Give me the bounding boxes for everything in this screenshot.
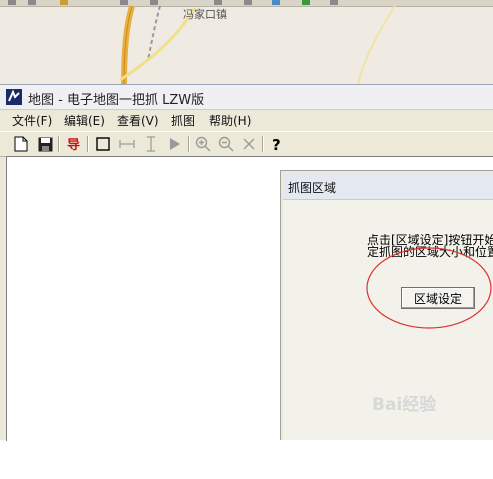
panel-title-bar[interactable]: 抓图区域 [283,173,493,200]
play-icon[interactable] [166,135,184,153]
window-title: 地图 - 电子地图一把抓 LZW版 [28,93,205,108]
map-roads [119,5,396,84]
tool-bar: 导 ? [0,131,493,157]
rectangle-icon[interactable] [94,135,112,153]
panel-title: 抓图区域 [288,181,337,195]
watermark: Bai经验 [372,388,492,418]
instruction-line: 定抓图的区域大小和位置 [367,245,493,258]
menu-file[interactable]: 文件(F) [12,112,52,129]
close-icon[interactable] [240,135,258,153]
toolbar-separator [188,136,190,152]
help-icon[interactable]: ? [268,135,286,153]
menu-help[interactable]: 帮助(H) [209,112,251,129]
app-icon [6,89,22,105]
toolbar-separator [262,136,264,152]
toolbar-separator [87,136,89,152]
zoom-in-icon[interactable] [194,135,212,153]
save-icon[interactable] [36,135,54,153]
vertical-measure-icon[interactable] [142,135,160,153]
toolbar-separator [58,136,60,152]
menu-capture[interactable]: 抓图 [171,112,195,129]
map-place-label: 冯家口镇 [183,8,227,21]
menu-bar: 文件(F) 编辑(E) 查看(V) 抓图 帮助(H) [0,110,493,130]
menu-view[interactable]: 查看(V) [117,112,159,129]
watermark-text: Bai经验 [372,395,437,415]
export-icon[interactable]: 导 [64,135,82,153]
background-map: 冯家口镇 [0,0,493,84]
title-bar[interactable]: 地图 - 电子地图一把抓 LZW版 [0,85,493,110]
new-document-icon[interactable] [12,135,30,153]
svg-text:?: ? [272,136,281,152]
instruction-text: 点击[区域设定]按钮开始 定抓图的区域大小和位置 [367,234,493,258]
zoom-out-icon[interactable] [217,135,235,153]
region-set-button[interactable]: 区域设定 [401,287,475,309]
menu-edit[interactable]: 编辑(E) [64,112,105,129]
svg-text:导: 导 [67,138,80,152]
horizontal-measure-icon[interactable] [118,135,136,153]
